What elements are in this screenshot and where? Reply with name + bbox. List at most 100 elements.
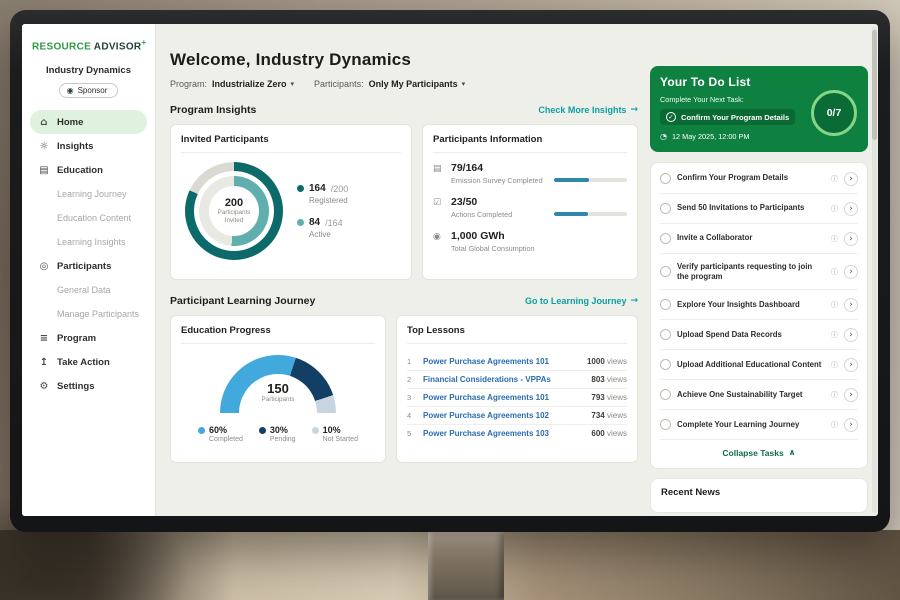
sidebar-item-participants[interactable]: ◎ Participants: [30, 254, 147, 278]
task-checkbox[interactable]: [660, 359, 671, 370]
invited-legend: 164 /200 Registered 84 /164: [297, 183, 348, 239]
chevron-right-icon[interactable]: ›: [844, 358, 858, 372]
energy-icon: ◉: [433, 230, 444, 242]
task-checkbox[interactable]: [660, 233, 671, 244]
task-row-verify-participants[interactable]: Verify participants requesting to join t…: [660, 254, 858, 290]
sidebar-item-label: Education: [57, 165, 103, 176]
task-row-invite-collaborator[interactable]: Invite a Collaborator ⓘ ›: [660, 224, 858, 254]
sidebar-item-label: Home: [57, 117, 83, 128]
task-checkbox[interactable]: [660, 266, 671, 277]
chevron-right-icon[interactable]: ›: [844, 265, 858, 279]
sponsor-badge[interactable]: ◉ Sponsor: [59, 83, 119, 98]
task-row-achieve-sustainability-target[interactable]: Achieve One Sustainability Target ⓘ ›: [660, 380, 858, 410]
info-label: Actions Completed: [451, 210, 547, 219]
go-to-learning-journey-link[interactable]: Go to Learning Journey →: [525, 296, 638, 306]
task-row-upload-educational-content[interactable]: Upload Additional Educational Content ⓘ …: [660, 350, 858, 380]
participants-select-value: Only My Participants: [369, 79, 458, 89]
program-select[interactable]: Industrialize Zero ▾: [212, 79, 294, 89]
chevron-right-icon[interactable]: ›: [844, 328, 858, 342]
sidebar-item-education[interactable]: ▤ Education: [30, 158, 147, 182]
check-circle-icon: ✓: [666, 112, 676, 122]
task-label: Send 50 Invitations to Participants: [677, 203, 825, 213]
chevron-right-icon[interactable]: ›: [844, 298, 858, 312]
sidebar-item-manage-participants[interactable]: Manage Participants: [30, 302, 147, 326]
task-row-confirm-program[interactable]: Confirm Your Program Details ⓘ ›: [660, 164, 858, 194]
chevron-right-icon[interactable]: ›: [844, 202, 858, 216]
sidebar-item-label: Settings: [57, 381, 94, 392]
monitor-stand: [428, 532, 504, 600]
lesson-link[interactable]: Power Purchase Agreements 103: [423, 429, 585, 438]
check-more-insights-link[interactable]: Check More Insights →: [538, 105, 638, 115]
sidebar: RESOURCE ADVISOR+ Industry Dynamics ◉ Sp…: [22, 24, 156, 516]
task-checkbox[interactable]: [660, 419, 671, 430]
lesson-link[interactable]: Power Purchase Agreements 101: [423, 357, 581, 366]
task-row-explore-insights[interactable]: Explore Your Insights Dashboard ⓘ ›: [660, 290, 858, 320]
task-checkbox[interactable]: [660, 203, 671, 214]
brand-logo[interactable]: RESOURCE ADVISOR+: [30, 38, 147, 52]
sidebar-item-general-data[interactable]: General Data: [30, 278, 147, 302]
chevron-right-icon[interactable]: ›: [844, 418, 858, 432]
legend-total: /200: [331, 184, 349, 194]
program-filter-label: Program:: [170, 79, 207, 89]
legend-label: Active: [309, 230, 348, 239]
donut-inner-ring: 200 Participants Invited: [199, 176, 269, 246]
todo-task-list: Confirm Your Program Details ⓘ › Send 50…: [650, 162, 868, 469]
legend-dot: [297, 185, 304, 192]
org-name: Industry Dynamics: [30, 65, 147, 76]
task-checkbox[interactable]: [660, 329, 671, 340]
task-row-complete-learning-journey[interactable]: Complete Your Learning Journey ⓘ ›: [660, 410, 858, 440]
chevron-right-icon[interactable]: ›: [844, 232, 858, 246]
task-row-upload-spend-data[interactable]: Upload Spend Data Records ⓘ ›: [660, 320, 858, 350]
task-checkbox[interactable]: [660, 173, 671, 184]
info-icon: ⓘ: [831, 204, 838, 214]
checklist-icon: ☑: [433, 196, 444, 208]
lesson-link[interactable]: Financial Considerations - VPPAs: [423, 375, 585, 384]
chevron-down-icon: ▾: [462, 80, 466, 88]
chevron-right-icon[interactable]: ›: [844, 172, 858, 186]
sidebar-item-learning-journey[interactable]: Learning Journey: [30, 182, 147, 206]
legend-dot: [297, 219, 304, 226]
task-checkbox[interactable]: [660, 389, 671, 400]
collapse-tasks-button[interactable]: Collapse Tasks ∧: [660, 440, 858, 467]
learning-journey-header: Participant Learning Journey Go to Learn…: [170, 295, 638, 307]
lesson-rank: 5: [407, 429, 417, 438]
info-label: Total Global Consumption: [451, 244, 547, 253]
sidebar-item-insights[interactable]: ☼ Insights: [30, 134, 147, 158]
task-label: Complete Your Learning Journey: [677, 420, 825, 430]
legend-dot: [312, 427, 319, 434]
education-gauge-chart: 150 Participants: [220, 355, 336, 413]
todo-panel: Your To Do List Complete Your Next Task:…: [650, 24, 878, 516]
sidebar-item-settings[interactable]: ⚙ Settings: [30, 374, 147, 398]
legend-value: 60%: [209, 425, 227, 435]
lesson-rank: 4: [407, 411, 417, 420]
program-insights-header: Program Insights Check More Insights →: [170, 104, 638, 116]
chevron-up-icon: ∧: [789, 448, 796, 458]
sidebar-item-take-action[interactable]: ↥ Take Action: [30, 350, 147, 374]
arrow-right-icon: →: [630, 296, 638, 306]
legend-value: 164: [309, 183, 326, 194]
sponsor-icon: ◉: [67, 86, 74, 95]
program-icon: ≡: [38, 333, 50, 344]
lesson-link[interactable]: Power Purchase Agreements 101: [423, 393, 585, 402]
task-checkbox[interactable]: [660, 299, 671, 310]
dashboard-screen: RESOURCE ADVISOR+ Industry Dynamics ◉ Sp…: [22, 24, 878, 516]
sidebar-item-home[interactable]: ⌂ Home: [30, 110, 147, 134]
sidebar-item-label: Participants: [57, 261, 111, 272]
legend-total: /164: [325, 218, 343, 228]
task-label: Confirm Your Program Details: [677, 173, 825, 183]
todo-due-label: 12 May 2025, 12:00 PM: [672, 132, 749, 141]
legend-label: Registered: [309, 196, 348, 205]
chevron-right-icon[interactable]: ›: [844, 388, 858, 402]
sidebar-item-education-content[interactable]: Education Content: [30, 206, 147, 230]
info-icon: ⓘ: [831, 330, 838, 340]
task-label: Explore Your Insights Dashboard: [677, 300, 825, 310]
lesson-link[interactable]: Power Purchase Agreements 102: [423, 411, 585, 420]
sidebar-item-learning-insights[interactable]: Learning Insights: [30, 230, 147, 254]
participants-select[interactable]: Only My Participants ▾: [369, 79, 466, 89]
task-row-send-invitations[interactable]: Send 50 Invitations to Participants ⓘ ›: [660, 194, 858, 224]
scrollbar-thumb[interactable]: [872, 30, 877, 140]
sidebar-item-program[interactable]: ≡ Program: [30, 326, 147, 350]
donut-ring-gap: 200 Participants Invited: [194, 171, 274, 251]
todo-next-task[interactable]: ✓ Confirm Your Program Details: [660, 109, 795, 125]
legend-item-pending: 30% Pending: [259, 425, 296, 443]
